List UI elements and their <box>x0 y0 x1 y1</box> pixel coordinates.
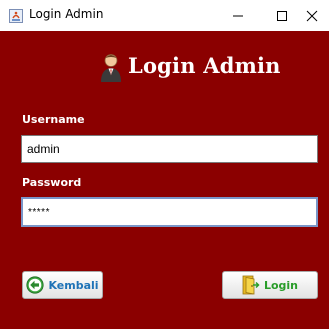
minimize-button[interactable] <box>215 0 261 31</box>
back-arrow-icon <box>26 276 45 294</box>
window-titlebar[interactable]: Login Admin <box>0 0 329 31</box>
java-app-icon <box>9 8 23 23</box>
login-button[interactable]: Login <box>222 271 318 299</box>
admin-user-icon <box>99 53 123 83</box>
page-title: Login Admin <box>128 53 281 78</box>
back-button[interactable]: Kembali <box>22 271 103 299</box>
maximize-icon <box>277 10 287 21</box>
window-title: Login Admin <box>29 7 104 21</box>
door-icon <box>242 275 260 295</box>
close-icon <box>306 10 318 21</box>
back-button-label: Kembali <box>48 278 99 292</box>
password-label: Password <box>22 176 82 189</box>
password-field[interactable] <box>21 197 318 227</box>
login-button-label: Login <box>263 278 299 292</box>
username-field[interactable] <box>21 135 318 163</box>
minimize-icon <box>233 15 243 16</box>
close-button[interactable] <box>295 0 329 31</box>
username-label: Username <box>22 113 85 126</box>
login-panel: Login Admin Username Password Kembali Lo… <box>0 31 329 329</box>
